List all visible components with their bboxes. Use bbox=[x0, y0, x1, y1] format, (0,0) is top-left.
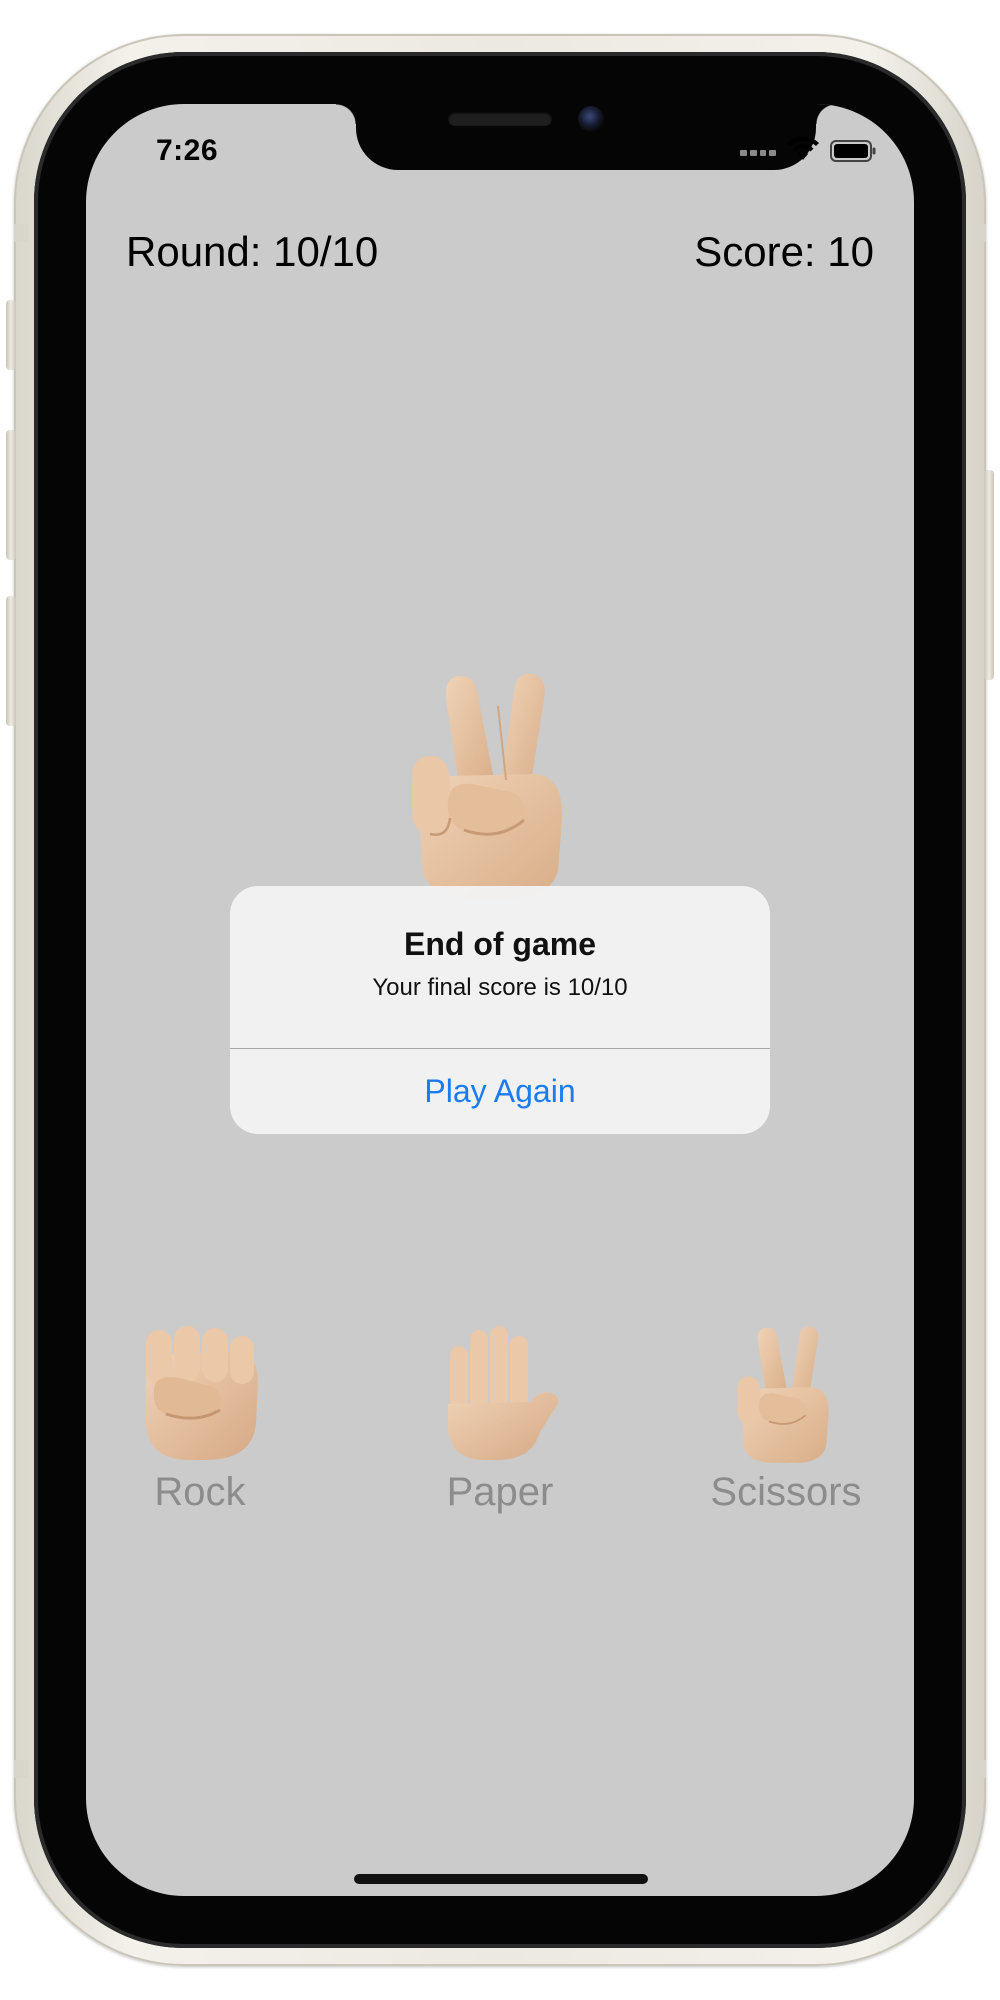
antenna-band bbox=[14, 1760, 28, 1778]
antenna-band bbox=[972, 224, 986, 242]
score-counter: Score: 10 bbox=[694, 228, 874, 275]
choice-scissors-button[interactable]: Scissors bbox=[676, 1324, 896, 1515]
choice-paper-label: Paper bbox=[446, 1470, 554, 1514]
cellular-signal-icon bbox=[740, 150, 776, 156]
power-button bbox=[984, 470, 994, 680]
device-mockup: 7:26 Round: 10/10 Score: 10 Rock Paper S… bbox=[0, 0, 1000, 2000]
volume-up-button bbox=[6, 430, 16, 560]
volume-down-button bbox=[6, 596, 16, 726]
choice-scissors-label: Scissors bbox=[710, 1470, 862, 1514]
home-indicator[interactable] bbox=[354, 1874, 648, 1884]
alert-title: End of game bbox=[403, 926, 596, 962]
battery-icon bbox=[830, 140, 876, 162]
end-of-game-alert: End of game Your final score is 10/10 Pl… bbox=[230, 886, 770, 1134]
app-screen: 7:26 Round: 10/10 Score: 10 Rock Paper S… bbox=[86, 104, 914, 1896]
choice-rock-label: Rock bbox=[154, 1470, 246, 1514]
wifi-icon bbox=[787, 136, 819, 160]
earpiece-speaker bbox=[448, 112, 552, 126]
choice-rock-button[interactable]: Rock bbox=[90, 1324, 310, 1515]
silent-switch bbox=[6, 300, 16, 370]
victory-hand-icon bbox=[737, 1326, 829, 1463]
raised-hand-icon bbox=[448, 1326, 558, 1460]
raised-fist-icon bbox=[145, 1326, 258, 1460]
front-camera bbox=[578, 106, 604, 132]
round-counter: Round: 10/10 bbox=[126, 228, 379, 275]
antenna-band bbox=[972, 1760, 986, 1778]
victory-hand-icon bbox=[411, 673, 563, 898]
choice-paper-button[interactable]: Paper bbox=[390, 1324, 610, 1515]
status-time: 7:26 bbox=[156, 134, 219, 167]
alert-message: Your final score is 10/10 bbox=[372, 974, 628, 1001]
play-again-button[interactable]: Play Again bbox=[230, 1049, 770, 1134]
antenna-band bbox=[14, 224, 28, 242]
